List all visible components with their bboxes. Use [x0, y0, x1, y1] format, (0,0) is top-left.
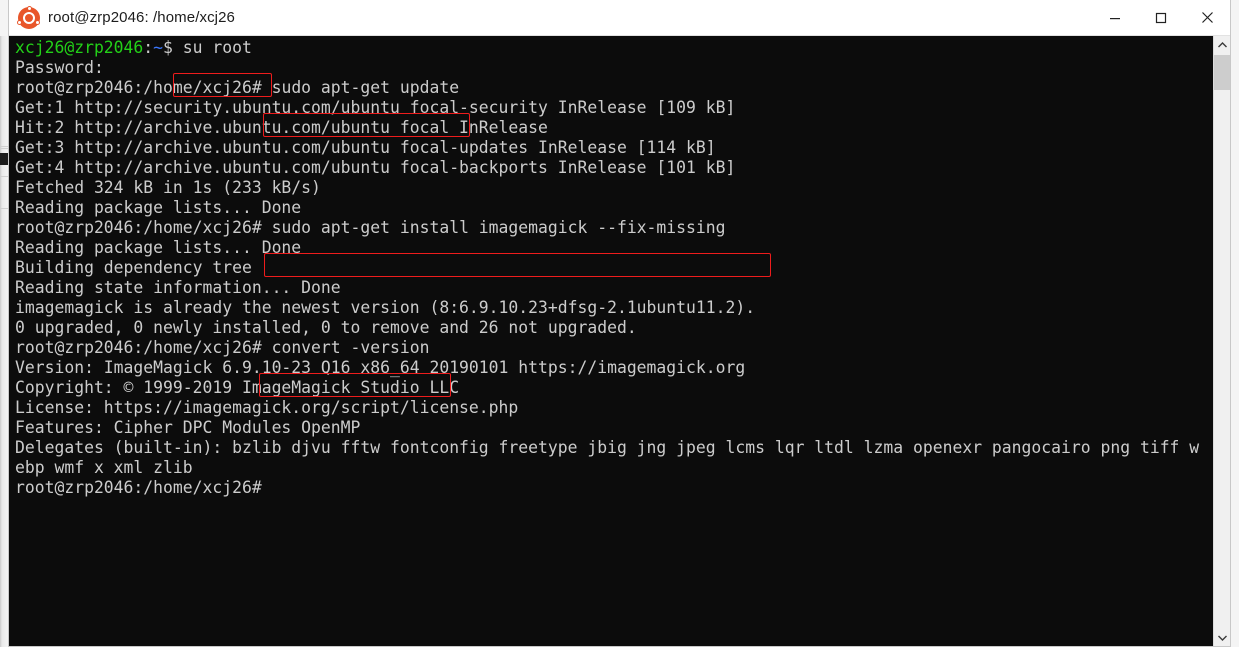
terminal-line: ebp wmf x xml zlib: [15, 458, 1213, 478]
minimize-icon: [1110, 17, 1120, 19]
terminal-output-line: Get:1 http://security.ubuntu.com/ubuntu …: [15, 98, 736, 117]
terminal-line: Delegates (built-in): bzlib djvu fftw fo…: [15, 438, 1213, 458]
terminal-command: su root: [182, 38, 252, 57]
terminal-line: 0 upgraded, 0 newly installed, 0 to remo…: [15, 318, 1213, 338]
terminal-output-line: Reading package lists... Done: [15, 238, 302, 257]
prompt-path: ~: [153, 38, 164, 57]
terminal-line: Features: Cipher DPC Modules OpenMP: [15, 418, 1213, 438]
prompt-root: root@zrp2046:/home/xcj26#: [15, 478, 262, 497]
terminal-output-line: Hit:2 http://archive.ubuntu.com/ubuntu f…: [15, 118, 548, 137]
terminal-output[interactable]: xcj26@zrp2046:~$ su root Password: root@zr…: [9, 36, 1213, 646]
terminal-line: xcj26@zrp2046:~$ su root: [15, 38, 1213, 58]
prompt-root: root@zrp2046:/home/xcj26#: [15, 338, 272, 357]
prompt-root: root@zrp2046:/home/xcj26#: [15, 218, 272, 237]
terminal-line: imagemagick is already the newest versio…: [15, 298, 1213, 318]
terminal-line: Reading state information... Done: [15, 278, 1213, 298]
terminal-window: root@zrp2046: /home/xcj26 xcj26@zrp2046:…: [8, 0, 1231, 647]
terminal-command: sudo apt-get install imagemagick --fix-m…: [271, 218, 726, 237]
terminal-output-line: Reading package lists... Done: [15, 198, 302, 217]
terminal-line: root@zrp2046:/home/xcj26# convert -versi…: [15, 338, 1213, 358]
terminal-line: root@zrp2046:/home/xcj26#: [15, 478, 1213, 498]
terminal-line: root@zrp2046:/home/xcj26# sudo apt-get u…: [15, 78, 1213, 98]
prompt-sigil: $: [163, 38, 183, 57]
terminal-area: xcj26@zrp2046:~$ su root Password: root@zr…: [9, 36, 1230, 646]
terminal-output-line: Copyright: © 1999-2019 ImageMagick Studi…: [15, 378, 460, 397]
close-icon: [1201, 12, 1213, 23]
terminal-command: convert -version: [271, 338, 430, 357]
scrollbar-track[interactable]: [1214, 53, 1230, 629]
chevron-up-icon: [1218, 41, 1227, 47]
terminal-line: Fetched 324 kB in 1s (233 kB/s): [15, 178, 1213, 198]
terminal-output-line: Version: ImageMagick 6.9.10-23 Q16 x86_6…: [15, 358, 746, 377]
scroll-down-button[interactable]: [1214, 629, 1230, 646]
maximize-icon: [1155, 12, 1167, 23]
window-controls: [1092, 0, 1230, 36]
title-bar[interactable]: root@zrp2046: /home/xcj26: [9, 0, 1230, 36]
terminal-output-line: Password:: [15, 58, 104, 77]
terminal-line: Reading package lists... Done: [15, 238, 1213, 258]
terminal-output-line: Delegates (built-in): bzlib djvu fftw fo…: [15, 438, 1200, 457]
terminal-output-line: Building dependency tree: [15, 258, 252, 277]
terminal-output-line: Features: Cipher DPC Modules OpenMP: [15, 418, 361, 437]
terminal-output-line: 0 upgraded, 0 newly installed, 0 to remo…: [15, 318, 637, 337]
prompt-separator: :: [143, 38, 154, 57]
terminal-line: Password:: [15, 58, 1213, 78]
scrollbar-thumb[interactable]: [1214, 55, 1230, 90]
maximize-button[interactable]: [1138, 0, 1184, 36]
terminal-line: Get:3 http://archive.ubuntu.com/ubuntu f…: [15, 138, 1213, 158]
terminal-line: Get:1 http://security.ubuntu.com/ubuntu …: [15, 98, 1213, 118]
terminal-output-line: Get:4 http://archive.ubuntu.com/ubuntu f…: [15, 158, 736, 177]
terminal-line: Copyright: © 1999-2019 ImageMagick Studi…: [15, 378, 1213, 398]
terminal-output-line: Get:3 http://archive.ubuntu.com/ubuntu f…: [15, 138, 716, 157]
terminal-line: Get:4 http://archive.ubuntu.com/ubuntu f…: [15, 158, 1213, 178]
prompt-root: root@zrp2046:/home/xcj26#: [15, 78, 272, 97]
terminal-output-line: Reading state information... Done: [15, 278, 341, 297]
terminal-line: root@zrp2046:/home/xcj26# sudo apt-get i…: [15, 218, 1213, 238]
chevron-down-icon: [1218, 635, 1227, 641]
terminal-scrollbar[interactable]: [1213, 36, 1230, 646]
close-button[interactable]: [1184, 0, 1230, 36]
scroll-up-button[interactable]: [1214, 36, 1230, 53]
window-title: root@zrp2046: /home/xcj26: [48, 9, 235, 26]
minimize-button[interactable]: [1092, 0, 1138, 36]
terminal-output-line: imagemagick is already the newest versio…: [15, 298, 756, 317]
terminal-line: License: https://imagemagick.org/script/…: [15, 398, 1213, 418]
terminal-output-line: Fetched 324 kB in 1s (233 kB/s): [15, 178, 321, 197]
terminal-output-line: License: https://imagemagick.org/script/…: [15, 398, 519, 417]
terminal-line: Building dependency tree: [15, 258, 1213, 278]
terminal-line: Version: ImageMagick 6.9.10-23 Q16 x86_6…: [15, 358, 1213, 378]
terminal-command: sudo apt-get update: [271, 78, 460, 97]
prompt-user-host: xcj26@zrp2046: [15, 38, 144, 57]
terminal-line: Reading package lists... Done: [15, 198, 1213, 218]
terminal-line: Hit:2 http://archive.ubuntu.com/ubuntu f…: [15, 118, 1213, 138]
ubuntu-logo-icon: [17, 5, 40, 29]
terminal-output-line: ebp wmf x xml zlib: [15, 458, 193, 477]
